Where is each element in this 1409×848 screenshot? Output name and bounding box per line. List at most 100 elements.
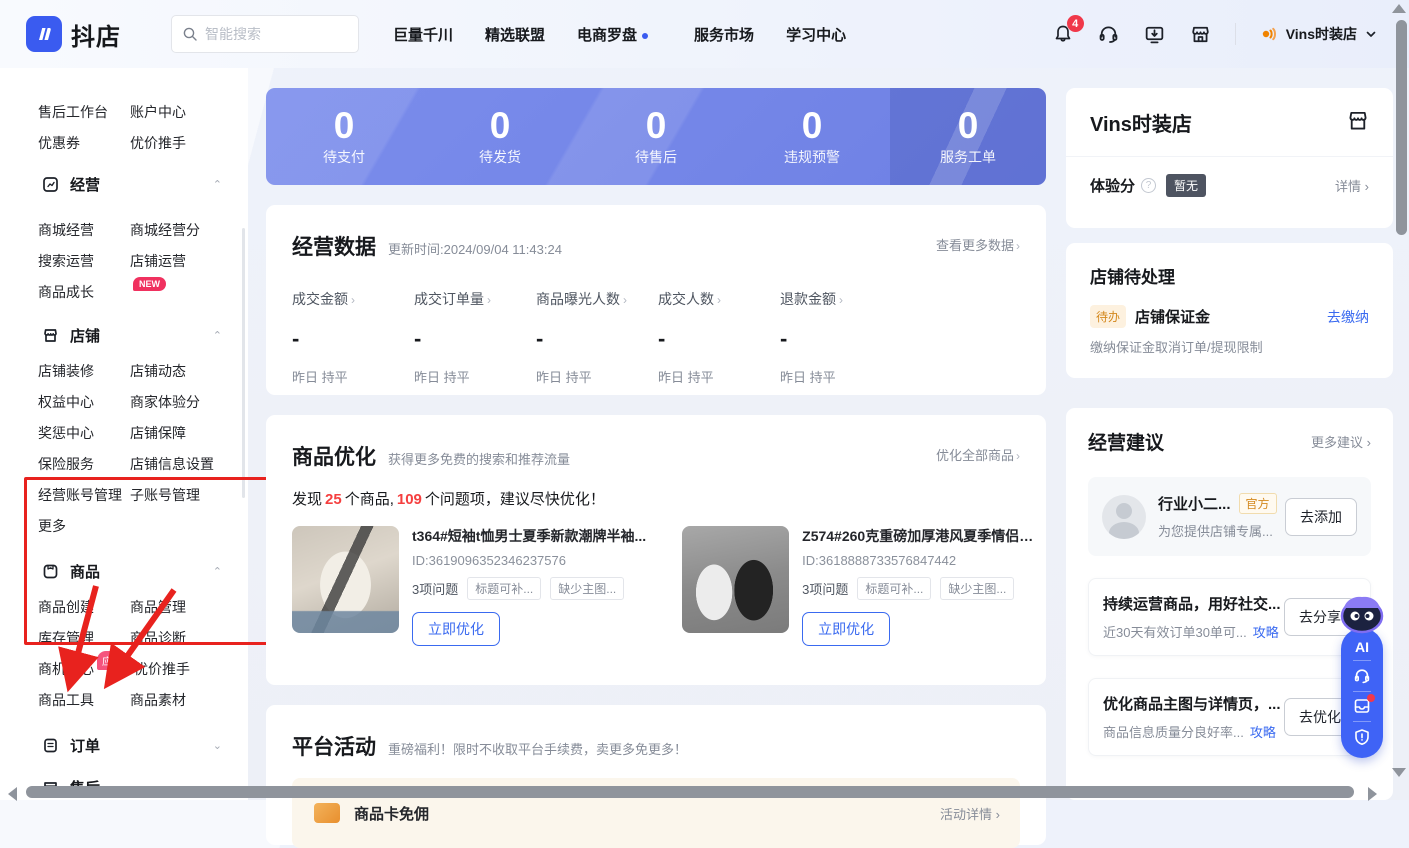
bell-icon[interactable]: 4 xyxy=(1051,22,1075,46)
metric-buyers[interactable]: 成交人数›-昨日 持平 xyxy=(658,289,780,386)
scroll-down-arrow[interactable] xyxy=(1392,768,1406,777)
scroll-right-arrow[interactable] xyxy=(1368,787,1377,801)
activity-detail-link[interactable]: 活动详情 › xyxy=(940,804,1000,823)
scroll-up-arrow[interactable] xyxy=(1392,4,1406,13)
view-more-data-link[interactable]: 查看更多数据› xyxy=(936,235,1020,254)
sidebar-item-account-center[interactable]: 账户中心 xyxy=(130,102,186,122)
vertical-scrollbar[interactable] xyxy=(1396,20,1407,235)
customer-service-icon[interactable] xyxy=(1352,666,1372,686)
robot-mascot-icon[interactable] xyxy=(1338,592,1386,636)
sidebar-item-insurance[interactable]: 保险服务 xyxy=(38,454,130,474)
product-opt-title: 商品优化 xyxy=(292,441,376,471)
sidebar-item-shop-guarantee[interactable]: 店铺保障 xyxy=(130,423,186,443)
sidebar-item-opportunity-center[interactable]: 商机中心 xyxy=(38,659,96,679)
question-icon[interactable]: ? xyxy=(1141,178,1156,193)
sidebar-section-shangpin[interactable]: 商品 ⌃ xyxy=(0,555,248,587)
guide-link[interactable]: 攻略 xyxy=(1253,625,1279,640)
stat-service-ticket[interactable]: 0服务工单 xyxy=(890,88,1046,185)
horizontal-scrollbar[interactable] xyxy=(26,786,1354,798)
sidebar-item-mall-score[interactable]: 商城经营分 xyxy=(130,220,200,240)
sidebar-item-aftersale-workbench[interactable]: 售后工作台 xyxy=(38,102,130,122)
score-detail-link[interactable]: 详情 › xyxy=(1335,176,1369,195)
business-data-title: 经营数据 xyxy=(292,231,376,261)
sidebar-item-product-material[interactable]: 商品素材 xyxy=(130,690,186,710)
sound-logo-icon xyxy=(1258,24,1278,44)
storefront-icon[interactable] xyxy=(1189,22,1213,46)
sidebar-row: 商品成长 NEW xyxy=(0,276,248,307)
sidebar-item-shop-decorate[interactable]: 店铺装修 xyxy=(38,361,130,381)
app-logo[interactable]: 抖店 xyxy=(26,16,121,52)
sidebar-row: 更多 xyxy=(0,510,248,541)
notification-dot xyxy=(642,33,648,39)
sidebar-item-more[interactable]: 更多 xyxy=(38,516,130,536)
sidebar-item-merchant-score[interactable]: 商家体验分 xyxy=(130,392,200,412)
chevron-down-icon[interactable]: ⌄ xyxy=(213,739,222,752)
expert-desc: 为您提供店铺专属... xyxy=(1158,521,1277,540)
topbar-actions: 4 Vins时装店 xyxy=(1051,0,1391,68)
search-box[interactable] xyxy=(171,15,359,53)
sidebar-section-dianpu[interactable]: 店铺 ⌃ xyxy=(0,319,248,351)
inbox-icon[interactable] xyxy=(1352,696,1372,716)
sidebar-item-stock-manage[interactable]: 库存管理 xyxy=(38,628,130,648)
ai-assistant-button[interactable]: AI xyxy=(1355,639,1369,655)
headset-icon[interactable] xyxy=(1097,22,1121,46)
stat-pending-shipment[interactable]: 0待发货 xyxy=(422,88,578,185)
stat-pending-payment[interactable]: 0待支付 xyxy=(266,88,422,185)
sidebar-item-product-manage[interactable]: 商品管理 xyxy=(130,597,186,617)
chevron-up-icon[interactable]: ⌃ xyxy=(213,329,222,342)
suggestion-item: 持续运营商品，用好社交... 近30天有效订单30单可...攻略 去分享 xyxy=(1088,578,1371,656)
metric-orders[interactable]: 成交订单量›-昨日 持平 xyxy=(414,289,536,386)
sidebar-item-reward-punish[interactable]: 奖惩中心 xyxy=(38,423,130,443)
chevron-up-icon[interactable]: ⌃ xyxy=(213,178,222,191)
sidebar-item-search-operate[interactable]: 搜索运营 xyxy=(38,251,130,271)
sidebar-item-shop-operate[interactable]: 店铺运营 xyxy=(130,251,186,271)
sidebar-item-mall-operate[interactable]: 商城经营 xyxy=(38,220,130,240)
nav-qianchuan[interactable]: 巨量千川 xyxy=(377,24,469,45)
sidebar-section-dingdan[interactable]: 订单 ⌄ xyxy=(0,729,248,761)
sidebar-item-account-manage[interactable]: 经营账号管理 xyxy=(38,485,130,505)
sidebar-item-shop-news[interactable]: 店铺动态 xyxy=(130,361,186,381)
metric-refund[interactable]: 退款金额›-昨日 持平 xyxy=(780,289,902,386)
issue-tag: 缺少主图... xyxy=(940,577,1014,600)
search-input[interactable] xyxy=(205,26,335,42)
guide-link[interactable]: 攻略 xyxy=(1250,725,1276,740)
shield-icon[interactable] xyxy=(1352,727,1372,747)
sidebar-item-product-growth[interactable]: 商品成长 xyxy=(38,282,130,302)
scroll-left-arrow[interactable] xyxy=(8,787,17,801)
sidebar-item-coupon[interactable]: 优惠券 xyxy=(38,133,130,153)
pay-deposit-link[interactable]: 去缴纳 xyxy=(1327,307,1369,327)
nav-fuwu[interactable]: 服务市场 xyxy=(678,24,770,45)
optimize-all-link[interactable]: 优化全部商品› xyxy=(936,445,1020,464)
optimize-now-button[interactable]: 立即优化 xyxy=(802,612,890,646)
sidebar-item-rights-center[interactable]: 权益中心 xyxy=(38,392,130,412)
divider xyxy=(1353,721,1371,722)
sidebar-item-product-diagnose[interactable]: 商品诊断 xyxy=(130,628,186,648)
sidebar-item-youjia2[interactable]: 优价推手 xyxy=(134,659,190,679)
sidebar-item-product-tools[interactable]: 商品工具 xyxy=(38,690,130,710)
divider xyxy=(1066,156,1393,157)
shop-icon[interactable] xyxy=(1345,108,1371,139)
account-menu[interactable]: Vins时装店 xyxy=(1258,24,1377,44)
nav-jingxuan[interactable]: 精选联盟 xyxy=(469,24,561,45)
sidebar-section-jingying[interactable]: 经营 ⌃ xyxy=(0,168,248,200)
sidebar-item-subaccount[interactable]: 子账号管理 xyxy=(130,485,200,505)
chevron-up-icon[interactable]: ⌃ xyxy=(213,565,222,578)
sidebar-item-product-create[interactable]: 商品创建 xyxy=(38,597,130,617)
stat-pending-aftersale[interactable]: 0待售后 xyxy=(578,88,734,185)
product-title[interactable]: Z574#260克重磅加厚港风夏季情侣潮... xyxy=(802,526,1040,546)
nav-luopan[interactable]: 电商罗盘 xyxy=(561,24,664,45)
product-title[interactable]: t364#短袖t恤男士夏季新款潮牌半袖... xyxy=(412,526,646,546)
product-opt-subtitle: 获得更多免费的搜索和推荐流量 xyxy=(388,449,570,468)
metric-exposure[interactable]: 商品曝光人数›-昨日 持平 xyxy=(536,289,658,386)
account-name: Vins时装店 xyxy=(1286,24,1357,44)
sidebar-scrollbar[interactable] xyxy=(242,228,245,498)
add-expert-button[interactable]: 去添加 xyxy=(1285,498,1357,536)
download-icon[interactable] xyxy=(1143,22,1167,46)
sidebar-item-youjia[interactable]: 优价推手 xyxy=(130,133,186,153)
optimize-now-button[interactable]: 立即优化 xyxy=(412,612,500,646)
stat-violation-warning[interactable]: 0违规预警 xyxy=(734,88,890,185)
nav-xuexi[interactable]: 学习中心 xyxy=(770,24,862,45)
sidebar-item-shop-info[interactable]: 店铺信息设置 xyxy=(130,454,214,474)
metric-gmv[interactable]: 成交金额›-昨日 持平 xyxy=(292,289,414,386)
more-suggestions-link[interactable]: 更多建议 › xyxy=(1311,432,1371,451)
